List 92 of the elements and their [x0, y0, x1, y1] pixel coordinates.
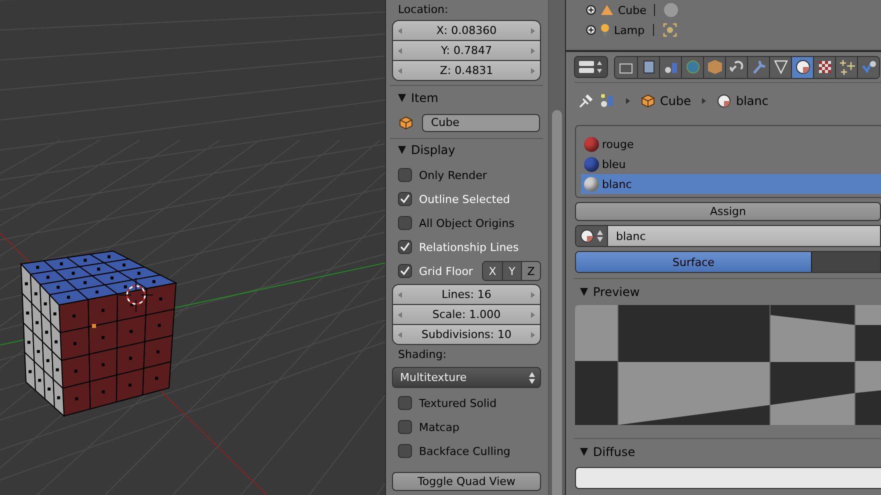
sparkles-icon — [838, 59, 854, 75]
checkbox-icon[interactable] — [398, 396, 412, 410]
image-stack-icon — [640, 59, 656, 75]
outliner-item[interactable]: Cube — [618, 4, 650, 16]
toggle-quad-view-button[interactable]: Toggle Quad View — [392, 472, 541, 491]
breadcrumb-item[interactable]: Cube — [660, 94, 691, 108]
right-arrow-icon[interactable] — [530, 312, 535, 318]
left-arrow-icon[interactable] — [398, 48, 402, 54]
wrench-icon — [750, 59, 766, 75]
right-arrow-icon[interactable] — [530, 28, 535, 34]
shading-label: Shading: — [397, 347, 448, 363]
checkerboard-icon — [816, 59, 832, 75]
scrollbar-thumb[interactable] — [552, 110, 562, 495]
location-label: Location: — [397, 2, 450, 18]
constraints-tab[interactable] — [725, 56, 747, 78]
up-down-arrows-icon — [529, 372, 535, 384]
checkbox[interactable]: All Object Origins — [390, 212, 543, 234]
expand-icon[interactable] — [586, 25, 596, 35]
left-arrow-icon[interactable] — [398, 312, 402, 318]
number-field[interactable]: X: 0.08360 — [393, 21, 540, 41]
cube-icon — [706, 59, 722, 75]
cube-icon — [641, 94, 655, 108]
checkmark-icon — [860, 59, 876, 75]
checkbox-icon[interactable] — [398, 216, 412, 230]
checkbox[interactable]: Grid Floor — [398, 260, 473, 282]
particles-tab[interactable] — [835, 56, 857, 78]
number-field[interactable]: Lines: 16 — [393, 285, 540, 305]
checkbox-icon[interactable] — [398, 444, 412, 458]
shading-dropdown[interactable]: Multitexture — [392, 367, 541, 388]
triangle-icon — [600, 4, 614, 16]
mode-tab[interactable]: Surface — [576, 252, 811, 272]
left-arrow-icon[interactable] — [398, 332, 402, 338]
left-arrow-icon[interactable] — [398, 292, 402, 298]
material-slot[interactable]: rouge — [581, 134, 881, 154]
checkbox[interactable]: Outline Selected — [390, 188, 543, 210]
scene-tab[interactable] — [659, 56, 681, 78]
breadcrumb-item[interactable]: blanc — [736, 94, 768, 108]
editor-type-button[interactable] — [574, 56, 608, 78]
modifiers-tab[interactable] — [747, 56, 769, 78]
material-sphere-icon — [794, 59, 810, 75]
checkbox-icon[interactable] — [398, 240, 412, 254]
left-arrow-icon[interactable] — [398, 68, 402, 74]
triangle-icon — [772, 59, 788, 75]
data-tab[interactable] — [769, 56, 791, 78]
world-tab[interactable] — [681, 56, 703, 78]
cube-drawing[interactable] — [20, 250, 178, 418]
left-arrow-icon[interactable] — [398, 28, 402, 34]
pin-icon[interactable] — [578, 93, 594, 109]
right-arrow-icon[interactable] — [530, 68, 535, 74]
outliner-item[interactable]: Lamp — [614, 24, 649, 36]
assign-button[interactable]: Assign — [575, 202, 881, 221]
checkbox[interactable]: Relationship Lines — [390, 236, 543, 258]
light-bulb-icon — [600, 23, 610, 37]
right-arrow-icon[interactable] — [530, 292, 535, 298]
object-tab[interactable] — [703, 56, 725, 78]
material-sphere-icon — [716, 94, 731, 108]
checkbox[interactable]: Backface Culling — [390, 440, 543, 462]
render-tab[interactable] — [615, 56, 637, 78]
panel-header[interactable]: Item — [390, 85, 543, 110]
axis-toggle[interactable]: X — [483, 262, 502, 280]
material-tab[interactable] — [791, 56, 813, 78]
checkbox-icon[interactable] — [398, 192, 412, 206]
diffuse-color-field[interactable] — [575, 467, 881, 489]
axis-toggle[interactable]: Y — [502, 262, 521, 280]
checkbox[interactable]: Textured Solid — [390, 392, 543, 414]
chevron-icon — [702, 98, 706, 104]
checkbox-icon[interactable] — [398, 264, 412, 278]
right-arrow-icon[interactable] — [530, 48, 535, 54]
panel-header[interactable]: Display — [390, 138, 543, 162]
right-arrow-icon[interactable] — [531, 332, 535, 338]
checkbox[interactable]: Only Render — [390, 164, 543, 186]
number-field[interactable]: Z: 0.4831 — [393, 61, 540, 80]
panel-header[interactable]: Diffuse — [574, 438, 881, 465]
material-slot[interactable]: blanc — [581, 174, 881, 194]
checkbox-icon[interactable] — [398, 420, 412, 434]
editor-type-icon — [578, 60, 604, 74]
texture-tab[interactable] — [813, 56, 835, 78]
number-field[interactable]: Subdivisions: 10 — [393, 325, 540, 344]
expand-icon[interactable] — [586, 5, 596, 15]
render-layers-tab[interactable] — [637, 56, 659, 78]
axis-toggle[interactable]: Z — [521, 262, 540, 280]
cube-icon — [399, 116, 413, 130]
chevron-icon — [626, 98, 630, 104]
material-slot[interactable]: bleu — [581, 154, 881, 174]
number-field[interactable]: Scale: 1.000 — [393, 305, 540, 325]
lamp-data-icon — [662, 22, 678, 38]
object-name-field[interactable]: Cube — [422, 114, 540, 132]
checkbox-icon[interactable] — [398, 168, 412, 182]
physics-tab[interactable] — [857, 56, 879, 78]
number-field[interactable]: Y: 0.7847 — [393, 41, 540, 61]
checkbox[interactable]: Matcap — [390, 416, 543, 438]
3d-cursor-icon — [118, 278, 154, 312]
